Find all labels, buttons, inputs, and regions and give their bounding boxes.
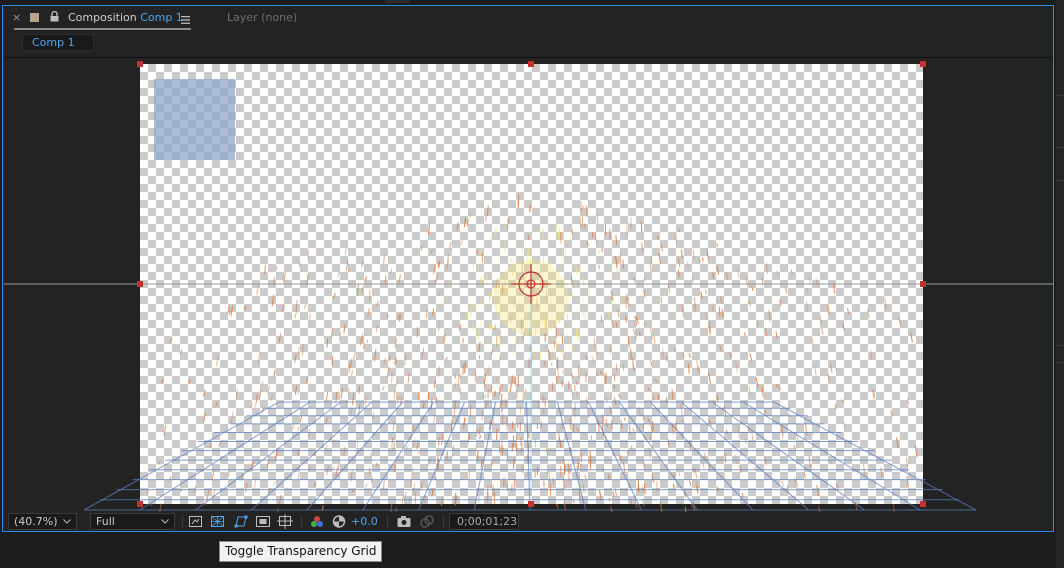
show-channel-icon[interactable]	[309, 514, 325, 529]
close-icon[interactable]: ×	[12, 11, 21, 25]
viewer-toolbar: (40.7%) Full +0.0 0;00;01;23	[3, 511, 1053, 532]
composition-panel: × Composition Comp 1 Layer (none) Comp 1	[2, 5, 1054, 532]
scene-overlay	[4, 61, 1053, 512]
panel-tab-bar: × Composition Comp 1 Layer (none)	[3, 6, 1053, 32]
tab-layer[interactable]: Layer (none)	[227, 11, 297, 25]
magnification-dropdown[interactable]: (40.7%)	[8, 513, 77, 530]
comp-navigator-chip[interactable]: Comp 1	[22, 34, 94, 51]
panel-menu-icon[interactable]	[181, 14, 190, 27]
snapshot-icon[interactable]	[396, 514, 412, 529]
tab-composition-name: Comp 1	[140, 11, 183, 24]
active-tab-underline	[14, 28, 191, 30]
tab-composition[interactable]: Composition Comp 1	[68, 11, 183, 25]
reset-exposure-icon[interactable]	[331, 514, 347, 529]
handle-bl	[137, 501, 143, 507]
handle-br	[920, 501, 926, 507]
resolution-value: Full	[96, 515, 115, 528]
show-snapshot-icon[interactable]	[419, 514, 435, 529]
toolbar-divider	[443, 515, 444, 528]
chevron-down-icon	[161, 519, 169, 524]
handle-mr	[920, 281, 926, 287]
resolution-dropdown[interactable]: Full	[90, 513, 175, 530]
handle-tr	[920, 61, 926, 67]
chevron-down-icon	[63, 519, 71, 524]
handle-ml	[137, 281, 143, 287]
transparency-grid-icon[interactable]	[210, 514, 226, 529]
region-of-interest-icon[interactable]	[255, 514, 271, 529]
lock-icon[interactable]	[50, 10, 59, 25]
solid-layer-box	[154, 79, 235, 160]
adjacent-panel-edge	[1056, 0, 1064, 568]
current-time-display[interactable]: 0;00;01;23	[449, 513, 519, 530]
tab-composition-prefix: Composition	[68, 11, 137, 24]
always-preview-icon[interactable]	[188, 514, 204, 529]
handle-bc	[528, 501, 534, 507]
particle-floor-grid	[83, 401, 977, 511]
grid-guides-icon[interactable]	[277, 514, 293, 529]
toolbar-divider	[182, 515, 183, 528]
magnification-value: (40.7%)	[14, 515, 58, 528]
comp-color-swatch[interactable]	[30, 13, 39, 22]
toolbar-divider	[301, 515, 302, 528]
exposure-value[interactable]: +0.0	[351, 513, 378, 530]
tooltip: Toggle Transparency Grid	[219, 541, 383, 562]
handle-tl	[137, 61, 143, 67]
handle-tc	[528, 61, 534, 67]
window-drag-handle[interactable]	[385, 0, 410, 3]
composition-viewer[interactable]	[4, 57, 1053, 512]
mask-shape-path-icon[interactable]	[233, 514, 249, 529]
particle-emitter-sparks	[146, 194, 918, 512]
toolbar-divider	[387, 515, 388, 528]
